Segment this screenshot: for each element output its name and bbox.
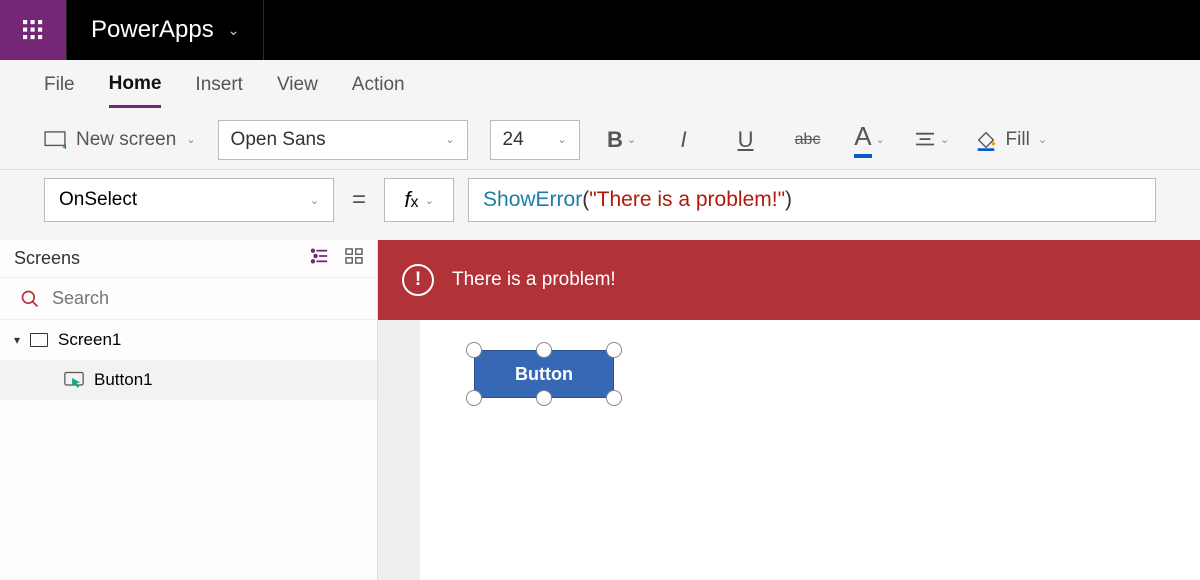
- font-color-button[interactable]: A⌄: [850, 121, 890, 158]
- menu-home[interactable]: Home: [109, 63, 162, 108]
- property-select[interactable]: OnSelect ⌄: [44, 178, 334, 222]
- menu-view[interactable]: View: [277, 64, 318, 106]
- equals-sign: =: [348, 186, 370, 214]
- canvas-surface[interactable]: Button: [420, 320, 1200, 580]
- error-text: There is a problem!: [452, 269, 616, 291]
- chevron-down-icon: ⌄: [876, 133, 885, 146]
- screens-search[interactable]: [0, 278, 377, 320]
- resize-handle-bm[interactable]: [536, 390, 552, 406]
- app-header: PowerApps ⌄: [0, 0, 1200, 60]
- tree-control-row[interactable]: Button1: [0, 360, 377, 400]
- font-size-value: 24: [503, 129, 524, 151]
- app-title: PowerApps: [91, 16, 214, 44]
- menu-insert[interactable]: Insert: [195, 64, 243, 106]
- tree-control-label: Button1: [94, 370, 153, 390]
- canvas-area: ! There is a problem! Button: [378, 240, 1200, 580]
- chevron-down-icon: ⌄: [228, 22, 240, 39]
- resize-handle-tm[interactable]: [536, 342, 552, 358]
- screens-panel: Screens ▾ Screen1 Button1: [0, 240, 378, 580]
- formula-bar: OnSelect ⌄ = fx ⌄ ShowError( "There is a…: [0, 170, 1200, 240]
- tree-screen-label: Screen1: [58, 330, 121, 350]
- error-icon: !: [402, 264, 434, 296]
- resize-handle-tl[interactable]: [466, 342, 482, 358]
- formula-input[interactable]: ShowError( "There is a problem!" ): [468, 178, 1156, 222]
- menu-action[interactable]: Action: [352, 64, 405, 106]
- formula-open-paren: (: [582, 188, 589, 212]
- new-screen-button[interactable]: + New screen ⌄: [44, 129, 196, 151]
- property-value: OnSelect: [59, 189, 137, 211]
- resize-handle-bl[interactable]: [466, 390, 482, 406]
- menubar: File Home Insert View Action: [0, 60, 1200, 110]
- bold-button[interactable]: B⌄: [602, 127, 642, 153]
- italic-button[interactable]: I: [664, 127, 704, 153]
- collapse-caret-icon[interactable]: ▾: [14, 333, 20, 347]
- screens-tree: ▾ Screen1 Button1: [0, 320, 377, 400]
- formula-function: ShowError: [483, 188, 582, 212]
- formula-close-paren: ): [785, 188, 792, 212]
- screens-panel-header: Screens: [0, 240, 377, 278]
- chevron-down-icon: ⌄: [557, 133, 566, 146]
- font-family-value: Open Sans: [231, 129, 326, 151]
- chevron-down-icon: ⌄: [310, 194, 319, 207]
- font-size-select[interactable]: 24 ⌄: [490, 120, 580, 160]
- formula-string: "There is a problem!": [589, 188, 785, 212]
- fx-icon: fx: [404, 187, 418, 213]
- fx-button[interactable]: fx ⌄: [384, 178, 454, 222]
- svg-text:+: +: [62, 141, 66, 148]
- chevron-down-icon: ⌄: [940, 133, 949, 146]
- underline-button[interactable]: U: [726, 127, 766, 153]
- error-banner: ! There is a problem!: [378, 240, 1200, 320]
- selected-control[interactable]: Button: [474, 350, 614, 398]
- fill-label: Fill: [1006, 129, 1030, 151]
- chevron-down-icon: ⌄: [627, 133, 636, 146]
- search-icon: [20, 289, 40, 309]
- chevron-down-icon: ⌄: [424, 194, 433, 207]
- canvas-button-label: Button: [515, 364, 573, 385]
- waffle-menu-icon[interactable]: [0, 0, 67, 60]
- align-icon: [914, 131, 936, 149]
- button-control-icon: [64, 371, 84, 389]
- resize-handle-tr[interactable]: [606, 342, 622, 358]
- chevron-down-icon: ⌄: [1038, 133, 1047, 146]
- new-screen-label: New screen: [76, 129, 176, 151]
- fill-button[interactable]: Fill ⌄: [974, 129, 1048, 151]
- menu-file[interactable]: File: [44, 64, 75, 106]
- chevron-down-icon: ⌄: [186, 133, 195, 146]
- app-title-dropdown[interactable]: PowerApps ⌄: [67, 0, 264, 60]
- workspace: Screens ▾ Screen1 Button1: [0, 240, 1200, 580]
- align-button[interactable]: ⌄: [912, 131, 952, 149]
- screen-icon: [30, 333, 48, 347]
- resize-handle-br[interactable]: [606, 390, 622, 406]
- new-screen-icon: +: [44, 131, 66, 149]
- tree-screen-row[interactable]: ▾ Screen1: [0, 320, 377, 360]
- font-family-select[interactable]: Open Sans ⌄: [218, 120, 468, 160]
- tree-view-icon[interactable]: [311, 248, 329, 269]
- fill-bucket-icon: [974, 129, 998, 151]
- strikethrough-button[interactable]: abc: [788, 131, 828, 149]
- chevron-down-icon: ⌄: [445, 133, 454, 146]
- search-input[interactable]: [52, 288, 357, 309]
- thumbnail-view-icon[interactable]: [345, 248, 363, 269]
- ribbon: + New screen ⌄ Open Sans ⌄ 24 ⌄ B⌄ I U a…: [0, 110, 1200, 170]
- screens-title: Screens: [14, 248, 80, 269]
